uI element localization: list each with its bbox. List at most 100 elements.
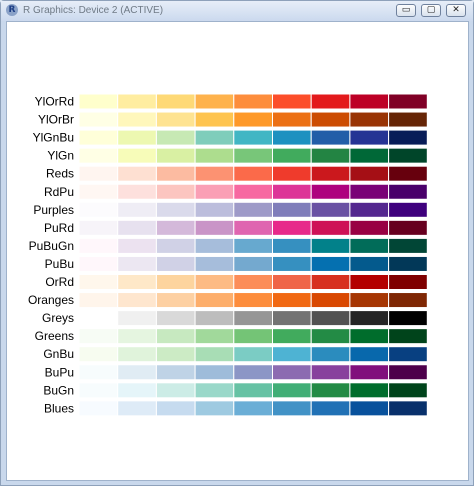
color-swatch: [155, 111, 196, 128]
palette-chart: YlOrRd YlOrBr YlGnBu YlGn Reds RdPu Purples PuR…: [28, 93, 428, 417]
color-swatch: [349, 255, 390, 272]
color-swatch: [310, 274, 351, 290]
color-swatch: [349, 292, 390, 309]
palette-label: Greys: [42, 311, 74, 325]
color-swatch: [78, 346, 119, 363]
palette-row-ylorrd: YlOrRd: [35, 93, 428, 110]
color-swatch: [272, 346, 312, 363]
color-swatch: [349, 346, 390, 363]
color-swatch: [194, 165, 235, 182]
color-swatch: [349, 400, 390, 417]
palette-row-orrd: OrRd: [45, 274, 428, 290]
color-swatch: [272, 364, 312, 381]
palette-label: Oranges: [28, 293, 74, 307]
color-swatch: [233, 400, 274, 417]
color-swatch: [310, 201, 351, 218]
color-swatch: [155, 346, 196, 363]
color-swatch: [78, 111, 119, 128]
color-swatch: [272, 219, 312, 236]
color-swatch: [194, 201, 235, 218]
palette-label: Greens: [35, 329, 74, 343]
color-swatch: [272, 292, 312, 309]
color-swatch: [117, 165, 157, 182]
color-swatch: [310, 310, 351, 327]
color-swatch: [155, 364, 196, 381]
title-bar[interactable]: R R Graphics: Device 2 (ACTIVE) ▭ ▢ ✕: [1, 1, 473, 21]
color-swatch: [155, 237, 196, 254]
color-swatch: [388, 183, 428, 200]
palette-row-pubu: PuBu: [45, 255, 428, 272]
color-swatch: [194, 183, 235, 200]
color-swatch: [117, 237, 157, 254]
color-swatch: [233, 346, 274, 363]
minimize-button[interactable]: ▭: [396, 4, 416, 17]
color-swatch: [194, 364, 235, 381]
color-swatch: [194, 129, 235, 146]
color-swatch: [155, 292, 196, 309]
maximize-button[interactable]: ▢: [421, 4, 441, 17]
color-swatch: [349, 382, 390, 399]
color-swatch: [233, 219, 274, 236]
palette-label: YlOrRd: [35, 95, 74, 109]
color-swatch: [117, 292, 157, 309]
color-swatch: [233, 93, 274, 110]
color-swatch: [155, 219, 196, 236]
color-swatch: [349, 237, 390, 254]
color-swatch: [388, 219, 428, 236]
color-swatch: [194, 237, 235, 254]
close-button[interactable]: ✕: [446, 4, 466, 17]
palette-label: BuGn: [43, 383, 74, 397]
color-swatch: [388, 328, 428, 345]
color-swatch: [349, 201, 390, 218]
window-title: R Graphics: Device 2 (ACTIVE): [23, 5, 164, 16]
color-swatch: [155, 147, 196, 164]
color-swatch: [155, 400, 196, 417]
color-swatch: [117, 328, 157, 345]
color-swatch: [155, 382, 196, 399]
color-swatch: [310, 292, 351, 309]
color-swatch: [155, 129, 196, 146]
color-swatch: [233, 292, 274, 309]
palette-row-purples: Purples: [33, 201, 428, 218]
color-swatch: [194, 328, 235, 345]
color-swatch: [310, 382, 351, 399]
color-swatch: [155, 328, 196, 345]
color-swatch: [388, 111, 428, 128]
color-swatch: [349, 129, 390, 146]
palette-row-bugn: BuGn: [43, 382, 428, 399]
palette-row-bupu: BuPu: [45, 364, 428, 381]
palette-label: Reds: [46, 167, 74, 181]
color-swatch: [78, 364, 119, 381]
color-swatch: [272, 201, 312, 218]
color-swatch: [272, 111, 312, 128]
color-swatch: [194, 111, 235, 128]
color-swatch: [388, 201, 428, 218]
r-logo-icon: R: [6, 4, 18, 16]
color-swatch: [233, 255, 274, 272]
color-swatch: [194, 400, 235, 417]
color-swatch: [349, 219, 390, 236]
palette-row-pubugn: PuBuGn: [29, 237, 428, 254]
color-swatch: [78, 183, 119, 200]
color-swatch: [194, 255, 235, 272]
color-swatch: [78, 129, 119, 146]
color-swatch: [349, 93, 390, 110]
color-swatch: [155, 310, 196, 327]
plot-area: YlOrRd YlOrBr YlGnBu YlGn Reds RdPu Purples PuR…: [6, 21, 469, 481]
palette-label: Purples: [33, 203, 74, 217]
color-swatch: [233, 147, 274, 164]
color-swatch: [117, 400, 157, 417]
color-swatch: [78, 237, 119, 254]
color-swatch: [349, 111, 390, 128]
color-swatch: [272, 183, 312, 200]
color-swatch: [117, 382, 157, 399]
color-swatch: [310, 255, 351, 272]
palette-row-reds: Reds: [46, 165, 428, 182]
palette-label: PuBu: [45, 257, 74, 271]
color-swatch: [272, 310, 312, 327]
color-swatch: [310, 93, 351, 110]
color-swatch: [233, 111, 274, 128]
color-swatch: [349, 364, 390, 381]
color-swatch: [78, 93, 119, 110]
palette-label: PuRd: [44, 221, 74, 235]
